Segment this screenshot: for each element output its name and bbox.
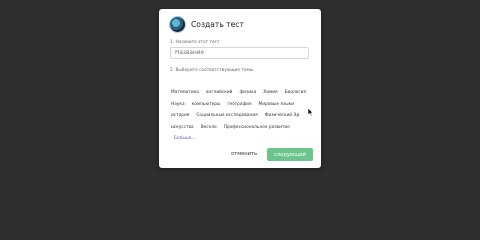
topic-row: история Социальные исследования Физический… [171,110,316,122]
name-label: 1. Назовите этот тест [170,40,220,45]
topic-tag[interactable]: Социальные исследования [196,113,257,118]
quiz-name-input[interactable] [170,47,309,59]
topic-tag[interactable]: география [227,102,251,107]
topic-tag[interactable]: Математика [171,90,199,95]
avatar [169,16,186,33]
topic-tag[interactable]: английский [206,90,233,95]
topic-tag[interactable]: физика [239,90,256,95]
dialog-header: Создать тест [169,16,244,33]
topic-tag[interactable]: история [171,113,189,118]
create-quiz-dialog: Создать тест 1. Назовите этот тест 2. Вы… [159,9,321,168]
topics-list: Математика английский физика Химия Биология Н… [171,87,316,133]
topic-tag[interactable]: Профессиональное развитие [224,125,290,130]
topic-row: Наука компьютеры география Мировые языки [171,99,316,111]
mouse-pointer-icon [307,107,314,117]
topic-tag[interactable]: Мировые языки [259,102,294,107]
topics-label: 2. Выберите соответствующие темы [170,68,254,73]
dialog-title: Создать тест [191,20,244,29]
cancel-button[interactable]: отменить [231,151,257,157]
more-topics-link[interactable]: Больше... [174,136,196,141]
topic-tag[interactable]: Биология [285,90,306,95]
topic-tag[interactable]: Весело [201,125,217,130]
next-button[interactable]: следующий [267,148,313,161]
topic-tag[interactable]: Наука [171,102,185,107]
topic-tag[interactable]: компьютеры [192,102,221,107]
topic-row: искусства Весело Профессиональное развитие [171,122,316,134]
topic-tag[interactable]: Физический Эд [265,113,300,118]
topic-row: Математика английский физика Химия Биология [171,87,316,99]
topic-tag[interactable]: Химия [263,90,277,95]
topic-tag[interactable]: искусства [171,125,194,130]
